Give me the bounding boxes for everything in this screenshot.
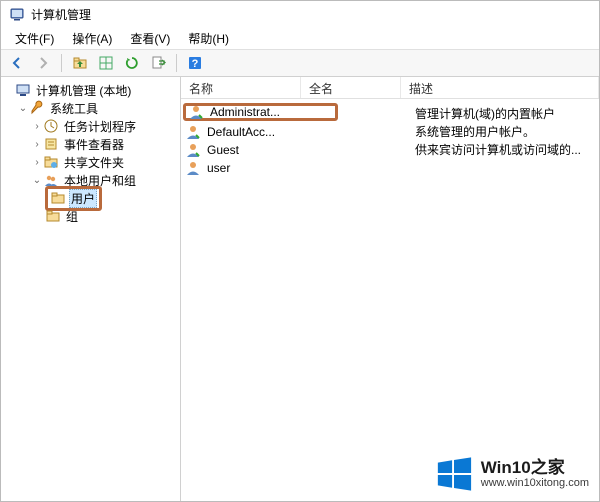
svg-text:?: ? — [192, 58, 199, 70]
toolbar: ? — [1, 49, 599, 77]
tree-shared-folders[interactable]: › 共享文件夹 — [31, 153, 178, 171]
toolbar-separator-2 — [176, 54, 177, 72]
description-area: 管理计算机(域)的内置帐户 系统管理的用户帐户。 供来宾访问计算机或访问域的..… — [415, 105, 595, 159]
tree-root[interactable]: 计算机管理 (本地) — [3, 81, 178, 99]
export-button[interactable] — [146, 52, 170, 74]
chevron-right-icon[interactable]: › — [31, 121, 43, 132]
shared-folder-icon — [43, 154, 59, 170]
column-fullname[interactable]: 全名 — [301, 77, 401, 98]
desc-line-0: 管理计算机(域)的内置帐户 — [415, 105, 595, 123]
column-description[interactable]: 描述 — [401, 77, 599, 98]
watermark-url: www.win10xitong.com — [481, 477, 589, 489]
chevron-down-icon[interactable]: ⌄ — [17, 103, 29, 114]
user-icon — [185, 142, 201, 158]
tree-groups[interactable]: 组 — [45, 207, 178, 225]
tree-pane: 计算机管理 (本地) ⌄ 系统工具 › 任务计划程序 › 事件查看器 › 共享文… — [1, 77, 181, 501]
toolbar-separator — [61, 54, 62, 72]
up-button[interactable] — [68, 52, 92, 74]
user-icon — [185, 160, 201, 176]
menubar: 文件(F) 操作(A) 查看(V) 帮助(H) — [1, 27, 599, 49]
user-icon — [188, 104, 204, 120]
titlebar: 计算机管理 — [1, 1, 599, 27]
content: 计算机管理 (本地) ⌄ 系统工具 › 任务计划程序 › 事件查看器 › 共享文… — [1, 77, 599, 501]
windows-logo-icon — [435, 455, 473, 493]
list-row-user[interactable]: user — [181, 159, 599, 177]
list-header: 名称 全名 描述 — [181, 77, 599, 99]
watermark: Win10之家 www.win10xitong.com — [435, 455, 589, 493]
refresh-button[interactable] — [120, 52, 144, 74]
window: 计算机管理 文件(F) 操作(A) 查看(V) 帮助(H) ? — [0, 0, 600, 502]
help-button[interactable]: ? — [183, 52, 207, 74]
list-pane: 名称 全名 描述 Administrat... DefaultAcc... Gu… — [181, 77, 599, 501]
computer-icon — [15, 82, 31, 98]
chevron-right-icon[interactable]: › — [31, 139, 43, 150]
menu-view[interactable]: 查看(V) — [122, 29, 178, 48]
tree-system-tools[interactable]: ⌄ 系统工具 — [17, 99, 178, 117]
show-hide-button[interactable] — [94, 52, 118, 74]
event-icon — [43, 136, 59, 152]
watermark-brand: Win10之家 — [481, 459, 589, 478]
menu-action[interactable]: 操作(A) — [64, 29, 120, 48]
tools-icon — [29, 100, 45, 116]
chevron-right-icon[interactable]: › — [31, 157, 43, 168]
menu-file[interactable]: 文件(F) — [7, 29, 62, 48]
clock-icon — [43, 118, 59, 134]
chevron-down-icon[interactable]: ⌄ — [31, 175, 43, 186]
tree-event-viewer[interactable]: › 事件查看器 — [31, 135, 178, 153]
folder-icon — [50, 190, 66, 206]
desc-line-1: 系统管理的用户帐户。 — [415, 123, 595, 141]
forward-button[interactable] — [31, 52, 55, 74]
menu-help[interactable]: 帮助(H) — [180, 29, 237, 48]
folder-icon — [45, 208, 61, 224]
list-row-administrator[interactable]: Administrat... — [183, 103, 338, 121]
column-name[interactable]: 名称 — [181, 77, 301, 98]
tree-users[interactable]: 用户 — [45, 189, 178, 207]
desc-line-2: 供来宾访问计算机或访问域的... — [415, 141, 595, 159]
window-title: 计算机管理 — [31, 6, 91, 23]
app-icon — [9, 6, 25, 22]
back-button[interactable] — [5, 52, 29, 74]
user-icon — [185, 124, 201, 140]
tree-task-scheduler[interactable]: › 任务计划程序 — [31, 117, 178, 135]
